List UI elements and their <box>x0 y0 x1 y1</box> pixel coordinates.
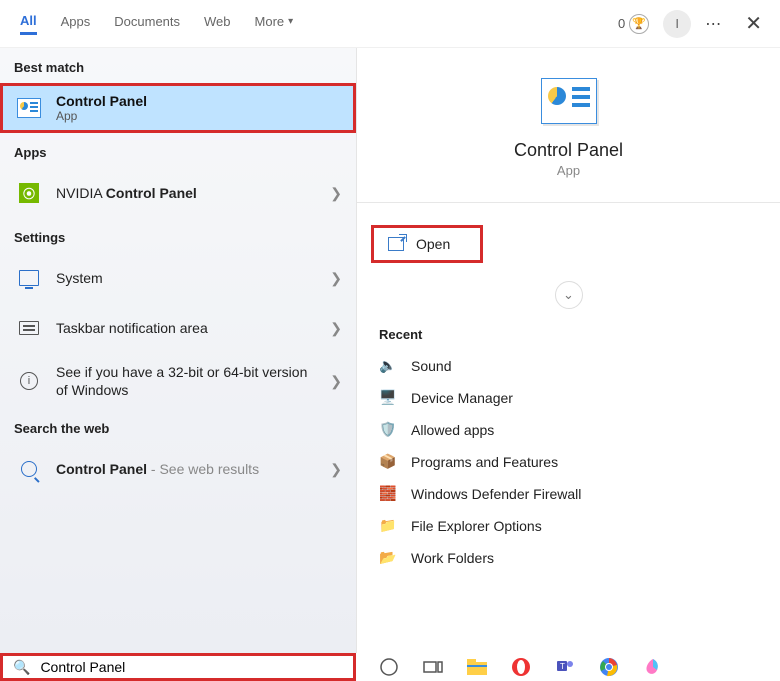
shield-icon: 🛡️ <box>379 421 397 439</box>
monitor-icon <box>14 263 44 293</box>
best-match-subtitle: App <box>56 109 147 123</box>
tab-web[interactable]: Web <box>204 13 231 35</box>
tab-apps[interactable]: Apps <box>61 13 91 35</box>
folder-options-icon: 📁 <box>379 517 397 535</box>
recent-work-folders[interactable]: 📂 Work Folders <box>357 542 780 574</box>
chrome-icon[interactable] <box>598 656 620 678</box>
nvidia-icon: ⦿ <box>14 178 44 208</box>
folder-icon: 📂 <box>379 549 397 567</box>
web-result-label: Control Panel - See web results <box>56 461 318 477</box>
recent-firewall[interactable]: 🧱 Windows Defender Firewall <box>357 478 780 510</box>
search-icon <box>14 454 44 484</box>
chevron-right-icon: ❯ <box>330 373 342 390</box>
taskbar-pinned: T <box>356 656 664 678</box>
recent-label: Windows Defender Firewall <box>411 486 581 502</box>
open-action[interactable]: Open <box>371 225 483 263</box>
rewards-count: 0 <box>618 16 625 31</box>
firewall-icon: 🧱 <box>379 485 397 503</box>
open-label: Open <box>416 236 450 252</box>
recent-label: File Explorer Options <box>411 518 542 534</box>
section-apps: Apps <box>0 133 356 168</box>
preview-pane: Control Panel App Open ⌄ Recent 🔈 Sound … <box>356 48 780 653</box>
taskbar-icon <box>14 313 44 343</box>
settings-result-taskbar-area[interactable]: Taskbar notification area ❯ <box>0 303 356 353</box>
settings-result-arch[interactable]: i See if you have a 32-bit or 64-bit ver… <box>0 353 356 409</box>
recent-file-explorer-options[interactable]: 📁 File Explorer Options <box>357 510 780 542</box>
search-header: All Apps Documents Web More ▾ 0 🏆 I ⋯ ✕ <box>0 0 780 48</box>
expand-button[interactable]: ⌄ <box>555 281 583 309</box>
taskbar-search[interactable]: 🔍 <box>0 653 356 681</box>
recent-label: Programs and Features <box>411 454 558 470</box>
control-panel-icon-large <box>541 78 597 124</box>
recent-label: Work Folders <box>411 550 494 566</box>
divider <box>357 202 780 203</box>
chevron-right-icon: ❯ <box>330 461 342 478</box>
trophy-icon: 🏆 <box>629 14 649 34</box>
device-icon: 🖥️ <box>379 389 397 407</box>
app-result-nvidia[interactable]: ⦿ NVIDIA Control Panel ❯ <box>0 168 356 218</box>
opera-icon[interactable] <box>510 656 532 678</box>
close-button[interactable]: ✕ <box>737 11 770 36</box>
info-icon: i <box>14 366 44 396</box>
scope-tabs: All Apps Documents Web More ▾ <box>20 13 293 35</box>
recent-device-manager[interactable]: 🖥️ Device Manager <box>357 382 780 414</box>
best-match-title: Control Panel <box>56 93 147 109</box>
tab-more-label: More <box>255 14 285 29</box>
paint-icon[interactable] <box>642 656 664 678</box>
recent-label: Device Manager <box>411 390 513 406</box>
best-match-text: Control Panel App <box>56 93 147 123</box>
teams-icon[interactable]: T <box>554 656 576 678</box>
account-avatar[interactable]: I <box>663 10 691 38</box>
svg-text:T: T <box>560 662 565 671</box>
file-explorer-icon[interactable] <box>466 656 488 678</box>
settings-label: System <box>56 270 318 286</box>
section-search-web: Search the web <box>0 409 356 444</box>
preview-subtitle: App <box>377 163 760 178</box>
web-result[interactable]: Control Panel - See web results ❯ <box>0 444 356 494</box>
section-settings: Settings <box>0 218 356 253</box>
cortana-icon[interactable] <box>378 656 400 678</box>
settings-label: See if you have a 32-bit or 64-bit versi… <box>56 363 318 399</box>
open-icon <box>388 237 404 251</box>
control-panel-icon <box>14 93 44 123</box>
box-icon: 📦 <box>379 453 397 471</box>
recent-sound[interactable]: 🔈 Sound <box>357 350 780 382</box>
taskbar: 🔍 T <box>0 653 780 681</box>
search-icon: 🔍 <box>13 659 30 676</box>
chevron-right-icon: ❯ <box>330 320 342 337</box>
speaker-icon: 🔈 <box>379 357 397 375</box>
recent-label: Allowed apps <box>411 422 494 438</box>
tab-all[interactable]: All <box>20 13 37 35</box>
recent-label: Sound <box>411 358 451 374</box>
chevron-right-icon: ❯ <box>330 270 342 287</box>
search-input[interactable] <box>40 659 343 675</box>
header-actions: 0 🏆 I ⋯ ✕ <box>618 10 770 38</box>
settings-label: Taskbar notification area <box>56 320 318 336</box>
app-result-label: NVIDIA Control Panel <box>56 185 318 201</box>
tab-documents[interactable]: Documents <box>114 13 180 35</box>
preview-title: Control Panel <box>377 140 760 161</box>
recent-allowed-apps[interactable]: 🛡️ Allowed apps <box>357 414 780 446</box>
settings-result-system[interactable]: System ❯ <box>0 253 356 303</box>
more-options-button[interactable]: ⋯ <box>705 14 723 34</box>
chevron-down-icon: ▾ <box>288 16 293 27</box>
tab-more[interactable]: More ▾ <box>255 13 294 35</box>
rewards-button[interactable]: 0 🏆 <box>618 14 649 34</box>
best-match-result[interactable]: Control Panel App <box>0 83 356 133</box>
preview-hero: Control Panel App <box>357 48 780 198</box>
section-best-match: Best match <box>0 48 356 83</box>
chevron-right-icon: ❯ <box>330 185 342 202</box>
task-view-icon[interactable] <box>422 656 444 678</box>
recent-programs-features[interactable]: 📦 Programs and Features <box>357 446 780 478</box>
recent-header: Recent <box>357 323 780 350</box>
results-pane: Best match Control Panel App Apps ⦿ NVID… <box>0 48 356 653</box>
search-body: Best match Control Panel App Apps ⦿ NVID… <box>0 48 780 653</box>
